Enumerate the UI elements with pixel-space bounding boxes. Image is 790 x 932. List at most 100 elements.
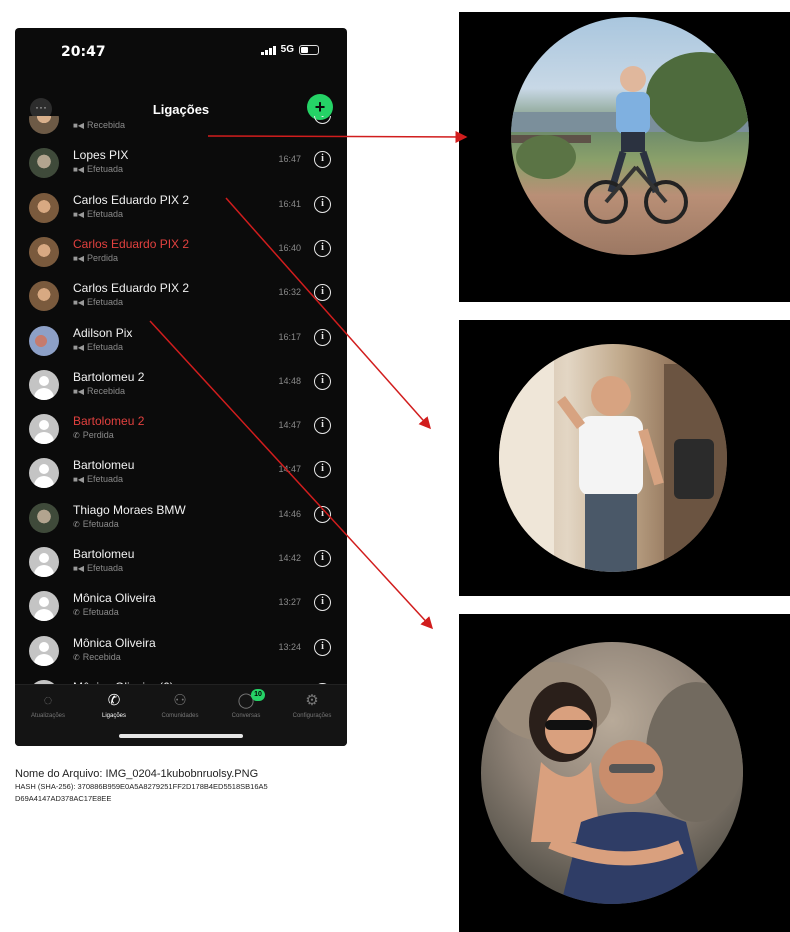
tab-label: Ligações: [101, 713, 127, 719]
page-title: Ligações: [152, 102, 210, 117]
profile-photo-tshirt: [499, 344, 727, 572]
avatar-head: [39, 553, 49, 563]
video-call-icon: ■◀: [73, 165, 84, 175]
call-row[interactable]: Lopes PIX ■◀ Efetuada 16:47 i: [15, 142, 347, 186]
call-status: ■◀ Perdida: [73, 253, 118, 263]
avatar-shoulders: [34, 609, 54, 622]
avatar-shoulders: [34, 653, 54, 666]
contact-avatar: [29, 635, 59, 666]
call-status: ■◀ Efetuada: [73, 563, 123, 573]
info-icon[interactable]: i: [314, 505, 331, 523]
call-row[interactable]: Thiago Moraes BMW ✆ Efetuada 14:46 i: [15, 497, 347, 541]
tshirt-photo-illustration: [499, 344, 727, 572]
contact-avatar: [29, 236, 59, 267]
info-icon[interactable]: i: [314, 116, 331, 124]
voice-call-icon: ✆: [73, 431, 80, 441]
contact-avatar: [29, 369, 59, 400]
info-icon[interactable]: i: [314, 151, 331, 169]
call-row[interactable]: Carlos Eduardo PIX 2 ■◀ Perdida 16:40 i: [15, 231, 347, 275]
tab-settings[interactable]: ⚙ Configurações: [279, 691, 345, 719]
info-icon[interactable]: i: [314, 195, 331, 213]
call-status-label: Efetuada: [86, 208, 124, 219]
contact-name: Carlos Eduardo PIX 2: [73, 236, 190, 251]
call-status: ■◀ Efetuada: [73, 342, 123, 352]
call-list: ■◀RecebidaiLopes PIX■◀Efetuada16:47iCarl…: [15, 116, 347, 688]
info-icon[interactable]: i: [314, 417, 331, 435]
call-time: 13:24: [278, 641, 301, 652]
call-row[interactable]: Bartolomeu 2 ■◀ Recebida 14:48 i: [15, 364, 347, 408]
contact-avatar: [29, 502, 59, 533]
call-row[interactable]: Mônica Oliveira ✆ Recebida 13:24 i: [15, 630, 347, 674]
video-call-icon: ■◀: [73, 209, 84, 219]
call-status: ✆ Perdida: [73, 430, 114, 440]
call-time: 14:47: [278, 464, 301, 475]
voice-call-icon: ✆: [73, 652, 80, 662]
call-status-label: Efetuada: [86, 474, 124, 485]
call-time: 16:40: [278, 242, 301, 253]
call-row[interactable]: Bartolomeu 2 ✆ Perdida 14:47 i: [15, 408, 347, 452]
call-status: ✆ Efetuada: [73, 607, 119, 617]
avatar-head: [39, 464, 49, 475]
call-row[interactable]: Carlos Eduardo PIX 2 ■◀ Efetuada 16:41 i: [15, 187, 347, 231]
call-status: ■◀ Efetuada: [73, 164, 123, 174]
call-row[interactable]: Carlos Eduardo PIX 2 ■◀ Efetuada 16:32 i: [15, 275, 347, 319]
video-call-icon: ■◀: [73, 386, 84, 396]
avatar-shoulders: [34, 565, 54, 577]
video-call-icon: ■◀: [73, 253, 84, 263]
tab-communities[interactable]: ⚇ Comunidades: [147, 691, 213, 719]
call-row[interactable]: Adilson Pix ■◀ Efetuada 16:17 i: [15, 320, 347, 364]
info-icon[interactable]: i: [314, 284, 331, 302]
contact-avatar: [29, 116, 59, 134]
home-indicator: [119, 734, 243, 738]
info-icon[interactable]: i: [314, 550, 331, 567]
call-time: 14:48: [278, 375, 301, 386]
call-row[interactable]: Bartolomeu ■◀ Efetuada 14:42 i: [15, 541, 347, 585]
contact-name: Adilson Pix: [73, 325, 133, 340]
info-icon[interactable]: i: [314, 239, 331, 257]
avatar-head: [39, 597, 49, 608]
call-time: 16:32: [278, 287, 301, 298]
info-icon[interactable]: i: [314, 638, 331, 656]
call-row[interactable]: Mônica Oliveira ✆ Efetuada 13:27 i: [15, 585, 347, 629]
profile-photo-panel-1: [459, 12, 790, 302]
info-icon[interactable]: i: [314, 594, 331, 612]
updates-icon: ◌: [43, 692, 53, 709]
video-call-icon: ■◀: [73, 475, 84, 485]
info-icon[interactable]: i: [314, 461, 331, 479]
tab-phone[interactable]: ✆ Ligações: [81, 691, 147, 719]
contact-avatar: [29, 414, 59, 445]
contact-name: Mônica Oliveira: [73, 635, 156, 650]
tab-chats[interactable]: ◯ Conversas 10: [213, 689, 279, 719]
call-status-label: Efetuada: [86, 341, 124, 352]
call-status-label: Efetuada: [86, 563, 124, 573]
video-call-icon: ■◀: [73, 121, 84, 130]
avatar-shoulders: [34, 432, 54, 445]
call-status-label: Recebida: [86, 385, 126, 396]
status-indicators: 5G: [260, 44, 319, 55]
hash-line-1: HASH (SHA-256): 370886B959E0A5A8279251FF…: [15, 782, 268, 791]
profile-photo-panel-2: [459, 320, 790, 596]
call-status: ■◀ Efetuada: [73, 209, 123, 219]
avatar-head: [39, 641, 49, 652]
call-time: 14:42: [278, 553, 301, 563]
contact-avatar: [29, 192, 59, 223]
network-label: 5G: [280, 44, 294, 55]
info-icon[interactable]: i: [314, 328, 331, 346]
unread-badge: 10: [251, 689, 265, 701]
call-status-label: Efetuada: [82, 607, 119, 618]
call-status-label: Perdida: [86, 252, 119, 263]
video-call-icon: ■◀: [73, 564, 84, 573]
contact-name: Bartolomeu: [73, 458, 135, 473]
video-call-icon: ■◀: [73, 342, 84, 352]
tab-updates[interactable]: ◌ Atualizações: [15, 691, 81, 719]
call-row[interactable]: ■◀Recebida i: [15, 116, 347, 142]
voice-call-icon: ✆: [73, 608, 80, 618]
call-time: 13:27: [278, 597, 301, 608]
call-row[interactable]: Bartolomeu ■◀ Efetuada 14:47 i: [15, 452, 347, 496]
call-status: ✆ Efetuada: [73, 519, 119, 529]
couple-photo-illustration: [491, 662, 743, 904]
contact-avatar: [29, 591, 59, 622]
call-status-label: Recebida: [86, 120, 126, 130]
profile-photo-couple: [481, 642, 743, 904]
info-icon[interactable]: i: [314, 372, 331, 390]
